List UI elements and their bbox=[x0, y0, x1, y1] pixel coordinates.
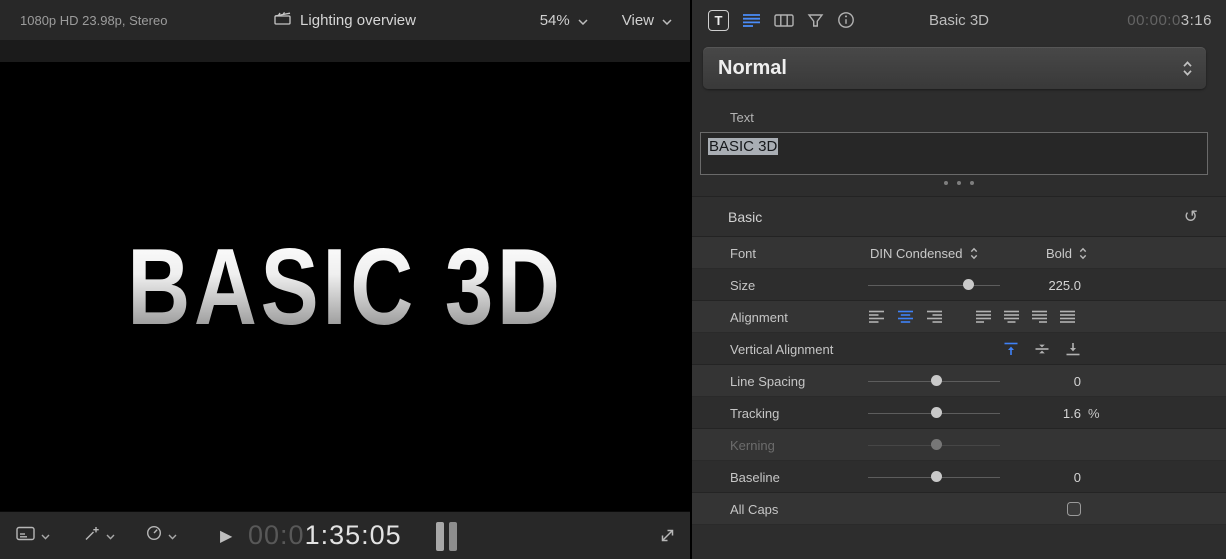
retime-icon bbox=[146, 525, 162, 546]
inspector-toolbar: T bbox=[692, 0, 1226, 40]
view-menu-label: View bbox=[622, 12, 654, 29]
timecode-display[interactable]: 00:01:35:05 bbox=[248, 512, 402, 559]
font-row: Font DIN Condensed Bold bbox=[692, 237, 1226, 269]
view-menu[interactable]: View bbox=[622, 12, 672, 29]
letterbox-strip bbox=[0, 40, 690, 62]
vertical-alignment-row: Vertical Alignment bbox=[692, 333, 1226, 365]
kerning-slider bbox=[868, 429, 1000, 461]
line-spacing-slider[interactable] bbox=[868, 365, 1000, 397]
kerning-row: Kerning bbox=[692, 429, 1226, 461]
canvas-title-text: BASIC 3D bbox=[127, 224, 563, 349]
kerning-label: Kerning bbox=[730, 429, 775, 461]
baseline-label: Baseline bbox=[730, 461, 780, 493]
size-label: Size bbox=[730, 269, 755, 301]
tracking-value[interactable]: 1.6 bbox=[982, 397, 1081, 429]
alignment-row: Alignment bbox=[692, 301, 1226, 333]
alignment-label: Alignment bbox=[730, 301, 788, 333]
font-label: Font bbox=[730, 237, 756, 269]
video-canvas[interactable]: BASIC 3D bbox=[0, 40, 690, 511]
all-caps-checkbox[interactable] bbox=[1067, 502, 1081, 516]
chevron-down-icon bbox=[106, 527, 115, 545]
updown-chevron-icon bbox=[1079, 247, 1087, 260]
reset-icon[interactable]: ↺ bbox=[1184, 208, 1198, 225]
inspector-pane: T bbox=[692, 0, 1226, 559]
valign-bottom-icon[interactable] bbox=[1065, 342, 1081, 356]
chevron-down-icon bbox=[662, 12, 672, 29]
size-slider[interactable] bbox=[868, 269, 1000, 301]
align-right-icon[interactable] bbox=[926, 310, 943, 324]
transport-bar: ▶ 00:01:35:05 bbox=[0, 511, 690, 559]
project-title: Lighting overview bbox=[300, 12, 416, 29]
index-icon bbox=[16, 526, 35, 546]
zoom-level-value: 54% bbox=[540, 12, 570, 29]
align-center-icon[interactable] bbox=[897, 310, 914, 324]
updown-chevron-icon bbox=[970, 247, 978, 260]
all-caps-row: All Caps bbox=[692, 493, 1226, 525]
play-button[interactable]: ▶ bbox=[220, 512, 232, 559]
basic-section-header: Basic ↺ bbox=[692, 196, 1226, 236]
expand-icon[interactable] bbox=[659, 512, 676, 559]
timecode-bright: 1:35:05 bbox=[305, 520, 402, 551]
updown-chevron-icon bbox=[1182, 60, 1193, 77]
font-family-popup[interactable]: DIN Condensed bbox=[870, 237, 978, 269]
timecode-dim: 00:0 bbox=[248, 520, 305, 551]
clapperboard-icon bbox=[274, 11, 291, 29]
tracking-label: Tracking bbox=[730, 397, 779, 429]
all-caps-label: All Caps bbox=[730, 493, 778, 525]
zoom-level-menu[interactable]: 54% bbox=[540, 12, 588, 29]
fcpx-window: 1080p HD 23.98p, Stereo Lighting overvie… bbox=[0, 0, 1226, 559]
text-preset-dropdown[interactable]: Normal bbox=[703, 47, 1206, 89]
valign-top-icon[interactable] bbox=[1003, 342, 1019, 356]
baseline-slider[interactable] bbox=[868, 461, 1000, 493]
tracking-row: Tracking 1.6 % bbox=[692, 397, 1226, 429]
chevron-down-icon bbox=[41, 527, 50, 545]
textbox-resize-handle[interactable] bbox=[692, 178, 1226, 187]
size-value[interactable]: 225.0 bbox=[982, 269, 1081, 301]
chevron-down-icon bbox=[168, 527, 177, 545]
inspector-filler bbox=[692, 525, 1226, 559]
baseline-value[interactable]: 0 bbox=[982, 461, 1081, 493]
index-menu[interactable] bbox=[16, 512, 50, 559]
chevron-down-icon bbox=[578, 12, 588, 29]
tracking-slider[interactable] bbox=[868, 397, 1000, 429]
viewer-toolbar: 1080p HD 23.98p, Stereo Lighting overvie… bbox=[0, 0, 690, 40]
align-left-icon[interactable] bbox=[868, 310, 885, 324]
vertical-alignment-label: Vertical Alignment bbox=[730, 333, 833, 365]
enhancements-menu[interactable] bbox=[84, 512, 115, 559]
audio-meters bbox=[436, 522, 457, 551]
justify-center-icon[interactable] bbox=[1003, 310, 1020, 324]
line-spacing-row: Line Spacing 0 bbox=[692, 365, 1226, 397]
line-spacing-label: Line Spacing bbox=[730, 365, 805, 397]
baseline-row: Baseline 0 bbox=[692, 461, 1226, 493]
justify-left-icon[interactable] bbox=[975, 310, 992, 324]
section-title: Basic bbox=[728, 209, 762, 225]
size-row: Size 225.0 bbox=[692, 269, 1226, 301]
tracking-unit: % bbox=[1088, 397, 1100, 429]
font-face-popup[interactable]: Bold bbox=[1046, 237, 1087, 269]
preset-value: Normal bbox=[718, 57, 787, 80]
enhancements-wand-icon bbox=[84, 526, 100, 546]
justify-right-icon[interactable] bbox=[1031, 310, 1048, 324]
clip-timecode: 00:00:03:16 bbox=[1127, 0, 1212, 40]
text-input-value: BASIC 3D bbox=[708, 138, 778, 155]
line-spacing-value[interactable]: 0 bbox=[982, 365, 1081, 397]
valign-middle-icon[interactable] bbox=[1034, 342, 1050, 356]
text-input[interactable]: BASIC 3D bbox=[700, 132, 1208, 175]
text-section-label: Text bbox=[730, 110, 1226, 125]
viewer-pane: 1080p HD 23.98p, Stereo Lighting overvie… bbox=[0, 0, 690, 559]
retime-menu[interactable] bbox=[146, 512, 177, 559]
justify-all-icon[interactable] bbox=[1059, 310, 1076, 324]
